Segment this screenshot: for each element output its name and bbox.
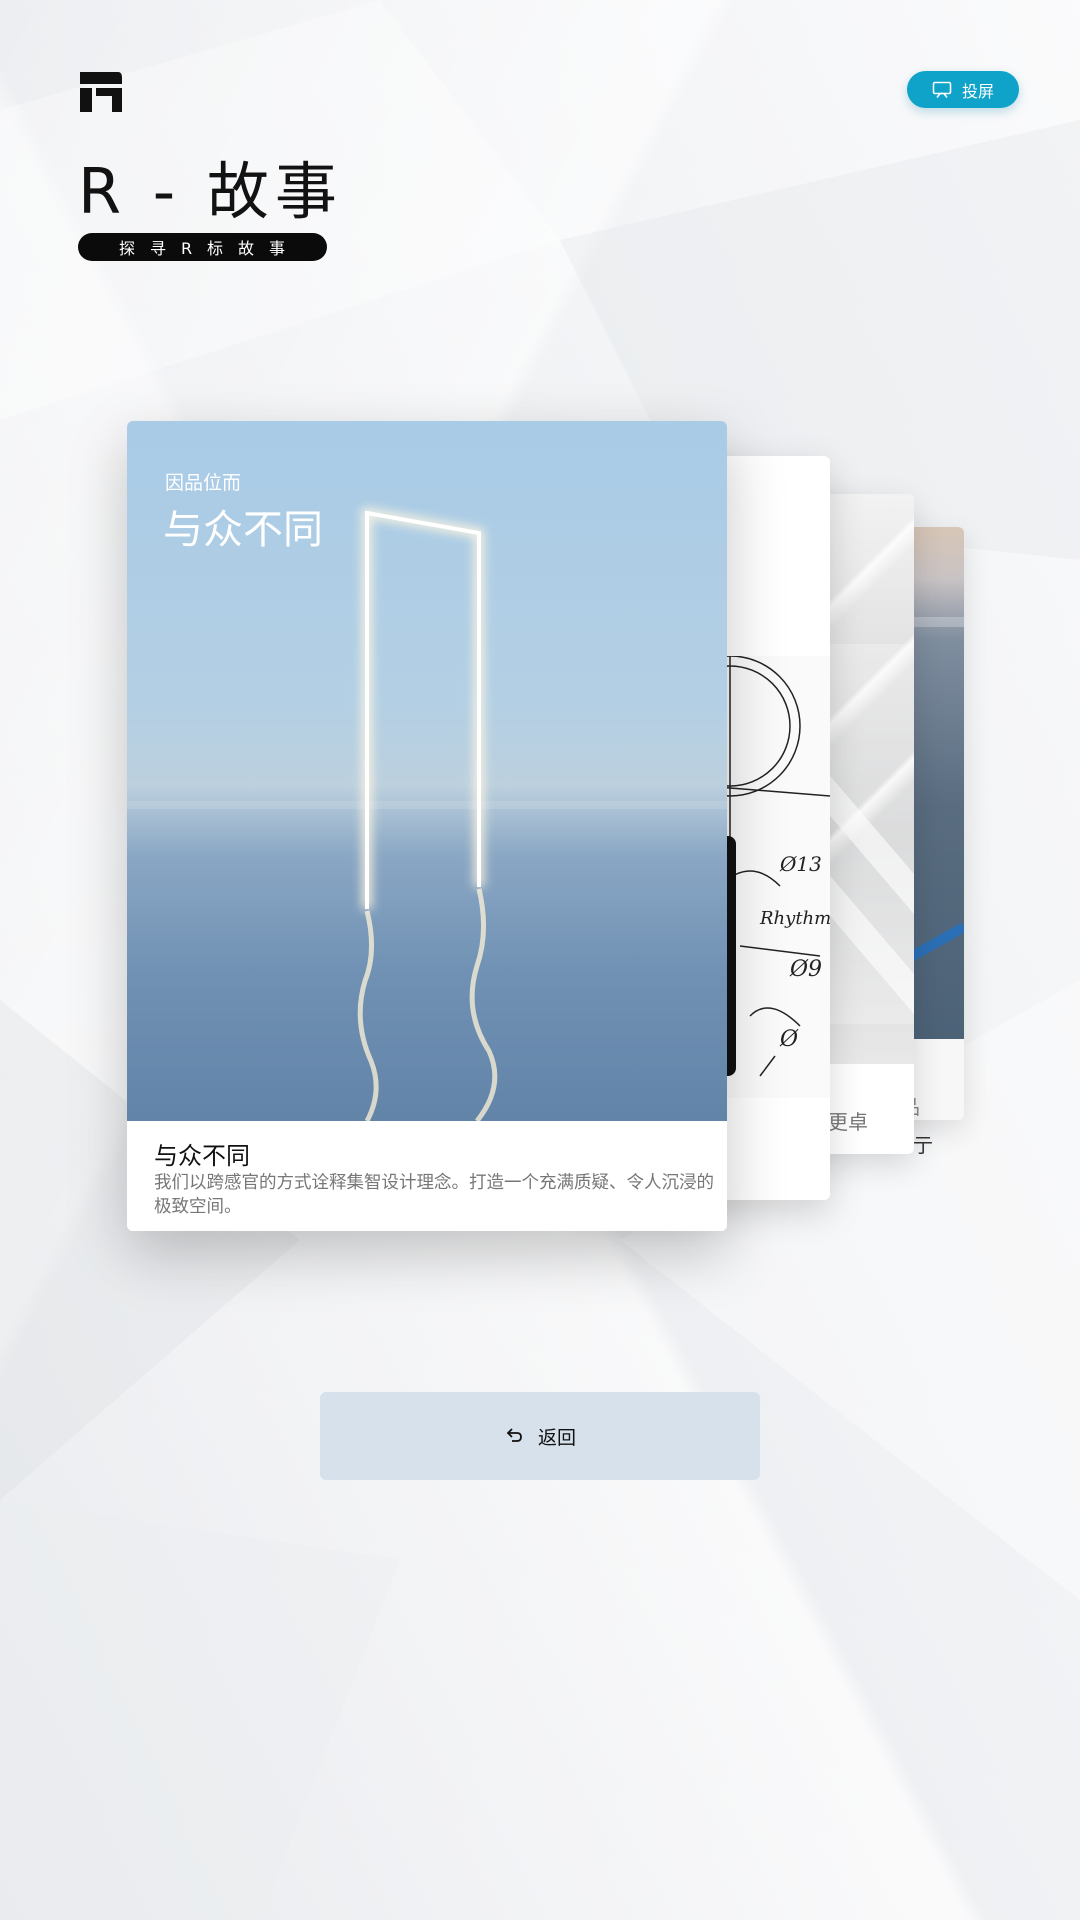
page-subtitle: 探寻R标故事 [78, 233, 327, 261]
screen-cast-button[interactable]: 投屏 [907, 71, 1019, 108]
back-button-label: 返回 [537, 1426, 576, 1449]
svg-text:Rhythm: Rhythm [759, 908, 830, 929]
card-image-title: 与众不同 [163, 507, 323, 553]
return-arrow-icon [506, 1428, 522, 1442]
svg-text:Ø9: Ø9 [789, 957, 822, 982]
r-brand-logo-icon [80, 72, 122, 112]
card-3-caption-fragment: 更卓 [828, 1110, 868, 1134]
card-4-caption-fragment-2: 亍 [913, 1133, 933, 1157]
screen-cast-label: 投屏 [961, 81, 994, 101]
glowing-door-image: 因品位而 与众不同 [127, 421, 727, 1121]
story-card-1[interactable]: 因品位而 与众不同 与众不同 我们以跨感官的方式诠释集智设计理念。打造一个充满质… [127, 421, 727, 1231]
card-image-kicker: 因品位而 [165, 472, 242, 494]
card-caption: 与众不同 我们以跨感官的方式诠释集智设计理念。打造一个充满质疑、令人沉浸的极致空… [127, 1121, 727, 1231]
screen-cast-icon [932, 81, 952, 98]
back-button[interactable]: 返回 [320, 1392, 760, 1480]
page-title: R - 故事 [78, 155, 343, 228]
card-caption-description: 我们以跨感官的方式诠释集智设计理念。打造一个充满质疑、令人沉浸的极致空间。 [154, 1173, 714, 1217]
svg-text:Ø: Ø [779, 1027, 799, 1052]
svg-text:Ø13: Ø13 [779, 852, 822, 876]
card-caption-title: 与众不同 [154, 1142, 250, 1170]
